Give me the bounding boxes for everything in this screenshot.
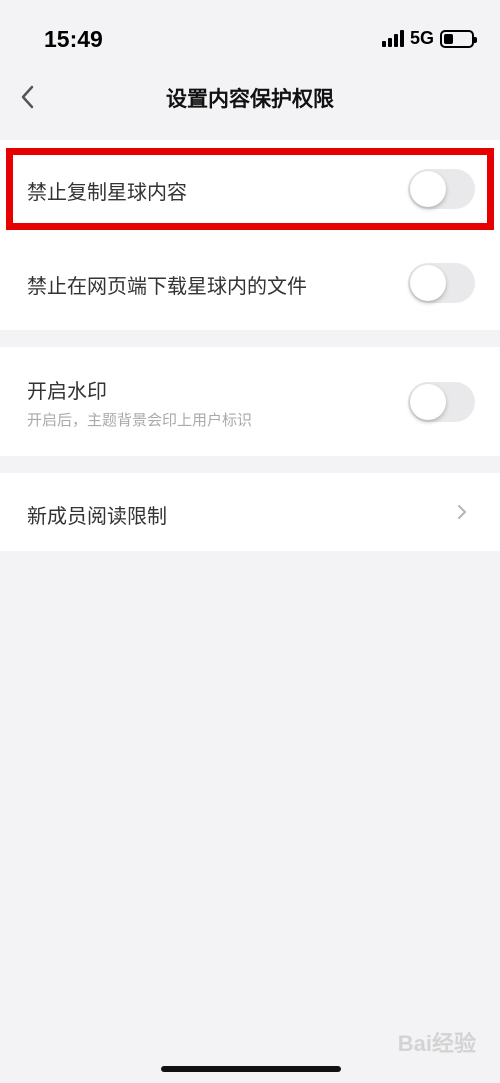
battery-icon [440,29,477,48]
watermark-description: 开启后，主题背景会印上用户标识 [27,411,253,429]
download-protection-group: 禁止复制星球内容 禁止在网页端下载星球内的文件 [0,140,500,330]
status-bar: 15:49 5G [0,0,500,78]
forbid-copy-label: 禁止复制星球内容 [27,180,187,204]
status-icons: 5G [381,28,477,49]
nav-bar: 设置内容保护权限 [0,78,500,140]
new-member-group: 新成员阅读限制 [0,473,500,551]
watermark-group: 开启水印 开启后，主题背景会印上用户标识 [0,347,500,456]
toggle-knob [410,265,446,301]
forbid-download-toggle[interactable] [408,263,475,303]
forbid-copy-row: 禁止复制星球内容 [0,140,500,234]
battery-fill [444,33,454,44]
watermark-label: 开启水印 [27,379,107,403]
toggle-knob [410,171,446,207]
forbid-copy-toggle[interactable] [408,169,475,209]
watermark-toggle[interactable] [408,382,475,422]
new-member-limit-row[interactable]: 新成员阅读限制 [0,473,500,551]
signal-icon [381,30,404,47]
page-title: 设置内容保护权限 [166,87,334,111]
toggle-knob [410,384,446,420]
battery-cap [474,36,477,43]
forbid-download-row: 禁止在网页端下载星球内的文件 [0,234,500,328]
status-time: 15:49 [44,26,103,52]
brand-watermark: Bai经验 [397,1031,476,1056]
chevron-right-icon [458,505,466,519]
home-indicator [161,1066,341,1072]
network-label: 5G [409,28,434,48]
new-member-limit-label: 新成员阅读限制 [27,504,167,528]
forbid-download-label: 禁止在网页端下载星球内的文件 [27,274,307,298]
watermark-row: 开启水印 开启后，主题背景会印上用户标识 [0,347,500,456]
